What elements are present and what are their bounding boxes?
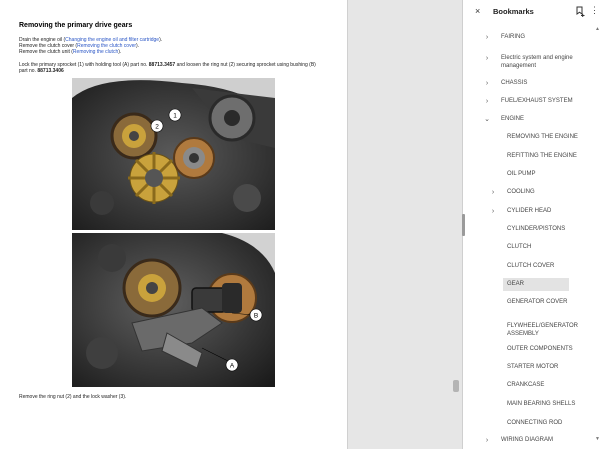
bookmark-label: GENERATOR COVER [507,299,568,305]
pdf-viewer-window: Removing the primary drive gears Drain t… [0,0,600,449]
chevron-right-icon[interactable]: › [483,54,491,63]
bookmark-label: CRANKCASE [507,382,545,388]
page-title: Removing the primary drive gears [19,22,133,29]
scroll-down-icon[interactable]: ▼ [595,436,600,442]
bookmark-item[interactable]: › COOLING [463,186,593,199]
bookmark-item[interactable]: › Electric system and engine management [463,52,593,72]
chevron-right-icon[interactable]: › [483,33,491,42]
bookmark-item[interactable]: CLUTCH [463,241,593,254]
bookmark-label: CHASSIS [501,80,528,86]
scroll-up-icon[interactable]: ▲ [595,26,600,32]
instruction-line-2: part no. 88713.3406 [19,68,64,74]
bookmark-item[interactable]: REMOVING THE ENGINE [463,131,593,144]
step-remove-clutch: Remove the clutch unit (Removing the clu… [19,49,122,55]
chevron-right-icon[interactable]: › [483,436,491,445]
bookmark-item[interactable]: › CYLIDER HEAD [463,205,593,218]
engine-gears-photo: 2 1 [72,78,275,230]
document-scrollbar-thumb[interactable] [453,380,459,392]
bookmarks-header: × Bookmarks ⋮ [463,0,600,24]
bookmark-label: CYLIDER HEAD [507,208,552,214]
bookmark-label: CLUTCH [507,244,532,250]
bookmark-item[interactable]: CLUTCH COVER [463,260,593,273]
bookmark-label: ENGINE [501,116,525,122]
bookmark-label-line2: management [501,63,537,69]
document-page: Removing the primary drive gears Drain t… [0,0,348,449]
bookmark-item[interactable]: CRANKCASE [463,379,593,392]
panel-resize-handle[interactable] [462,214,465,236]
bookmark-label: OIL PUMP [507,171,536,177]
bookmark-item[interactable]: STARTER MOTOR [463,361,593,374]
bookmark-label: GEAR [507,281,525,287]
bookmark-item[interactable]: › FAIRING [463,31,593,44]
bookmark-item[interactable]: MAIN BEARING SHELLS [463,398,593,411]
bookmark-label: OUTER COMPONENTS [507,346,573,352]
part-number-bushing: 88713.3406 [37,68,64,74]
bookmark-label: REMOVING THE ENGINE [507,134,578,140]
chevron-right-icon[interactable]: › [483,79,491,88]
bookmarks-panel: × Bookmarks ⋮ › FAIRING › Electric system a… [462,0,600,449]
bookmark-label: WIRING DIAGRAM [501,437,553,443]
bookmark-item[interactable]: › CHASSIS [463,77,593,90]
bookmark-label: FAIRING [501,34,526,40]
bookmark-item[interactable]: REFITTING THE ENGINE [463,150,593,163]
callout-2: 2 [155,123,159,130]
callout-b: B [254,312,258,319]
bookmark-label: CYLINDER/PISTONS [507,226,566,232]
callout-a: A [230,362,235,369]
bookmark-label-line2: ASSEMBLY [507,331,539,337]
bookmark-label: COOLING [507,189,535,195]
document-background [349,0,461,449]
callout-1: 1 [173,112,177,119]
bookmark-label: CONNECTING ROD [507,420,563,426]
footer-step: Remove the ring nut (2) and the lock was… [19,394,127,400]
bookmarks-title: Bookmarks [493,7,534,16]
bookmark-label: CLUTCH COVER [507,263,555,269]
bookmark-label: MAIN BEARING SHELLS [507,401,576,407]
bookmark-item[interactable]: OUTER COMPONENTS [463,343,593,356]
bookmark-label: STARTER MOTOR [507,364,559,370]
bookmark-item[interactable]: GEAR [503,278,569,291]
chevron-right-icon[interactable]: › [489,207,497,216]
bookmark-label: FUEL/EXHAUST SYSTEM [501,98,573,104]
bookmark-item[interactable]: OIL PUMP [463,168,593,181]
link-remove-clutch[interactable]: Removing the clutch [73,49,118,55]
chevron-right-icon[interactable]: › [483,97,491,106]
chevron-down-icon[interactable]: ⌄ [483,115,491,124]
part-number-holding-tool: 88713.3457 [148,62,176,68]
more-options-icon[interactable]: ⋮ [590,5,599,16]
bookmark-item[interactable]: GENERATOR COVER [463,296,593,309]
bookmark-item[interactable]: › FUEL/EXHAUST SYSTEM [463,95,593,108]
bookmark-options-icon[interactable] [575,6,585,17]
holding-tool-photo: B A [72,233,275,387]
close-icon[interactable]: × [475,6,480,16]
bookmark-item[interactable]: CYLINDER/PISTONS [463,223,593,236]
bookmark-item[interactable]: › WIRING DIAGRAM [463,434,593,447]
bookmark-item[interactable]: CONNECTING ROD [463,417,593,430]
bookmark-item[interactable]: FLYWHEEL/GENERATOR ASSEMBLY [463,320,593,340]
bookmark-label: REFITTING THE ENGINE [507,153,577,159]
bookmarks-scrollbar[interactable]: ▲ ▼ [595,26,600,446]
bookmark-item[interactable]: ⌄ ENGINE [463,113,593,126]
chevron-right-icon[interactable]: › [489,188,497,197]
